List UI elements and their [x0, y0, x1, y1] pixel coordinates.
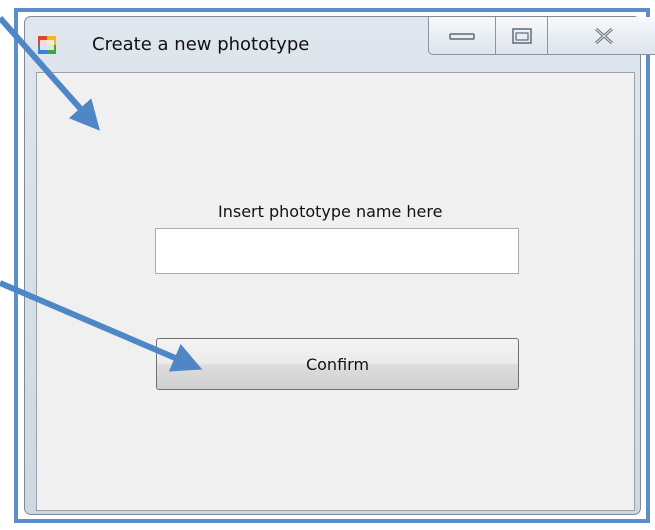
window-title: Create a new phototype: [92, 34, 310, 55]
dialog-client-area: [36, 72, 635, 511]
close-icon: [594, 27, 613, 44]
maximize-button[interactable]: [496, 17, 548, 55]
maximize-icon: [511, 27, 532, 44]
caption-buttons: [428, 17, 655, 59]
minimize-icon: [449, 32, 475, 40]
phototype-name-input[interactable]: [155, 228, 519, 274]
phototype-name-label: Insert phototype name here: [218, 202, 443, 221]
app-icon: [38, 36, 56, 54]
confirm-button[interactable]: Confirm: [156, 338, 519, 390]
minimize-button[interactable]: [428, 17, 496, 55]
close-button[interactable]: [548, 17, 655, 55]
